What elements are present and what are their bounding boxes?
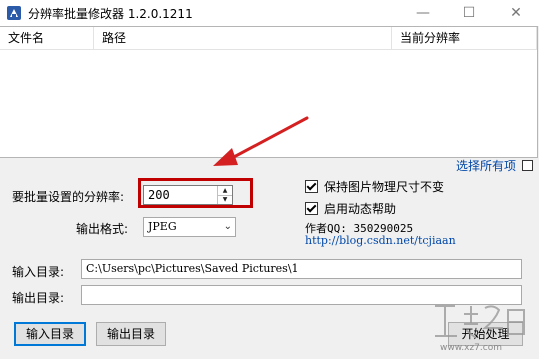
select-all-checkbox[interactable]	[522, 160, 534, 171]
input-dir-value: C:\Users\pc\Pictures\Saved Pictures\1	[86, 262, 299, 275]
output-format-label: 输出格式:	[76, 222, 129, 236]
file-list-header: 文件名 路径 当前分辨率	[0, 27, 537, 50]
maximize-button[interactable]: ☐	[446, 0, 492, 26]
dynamic-help-label[interactable]: 启用动态帮助	[324, 200, 396, 217]
author-blog-link[interactable]: http://blog.csdn.net/tcjiaan	[305, 234, 456, 247]
chevron-down-icon: ⌄	[223, 221, 232, 232]
minimize-button[interactable]: —	[400, 0, 446, 26]
window-title: 分辨率批量修改器 1.2.0.1211	[28, 7, 193, 21]
select-all-label[interactable]: 选择所有项	[456, 157, 516, 174]
spin-buttons: ▲ ▼	[217, 186, 232, 204]
keep-size-checkbox[interactable]	[305, 180, 318, 193]
dynamic-help-checkbox[interactable]	[305, 202, 318, 215]
column-header-current-resolution[interactable]: 当前分辨率	[392, 27, 537, 49]
resolution-spinbox[interactable]: 200 ▲ ▼	[143, 185, 233, 205]
close-button[interactable]: ✕	[493, 0, 539, 26]
dynamic-help-option[interactable]: 启用动态帮助	[305, 200, 396, 217]
title-bar: 分辨率批量修改器 1.2.0.1211 — ☐ ✕	[0, 0, 539, 26]
output-format-value: JPEG	[148, 220, 177, 233]
output-dir-button[interactable]: 输出目录	[96, 322, 166, 346]
input-dir-button[interactable]: 输入目录	[14, 322, 86, 346]
spin-down-arrow-icon[interactable]: ▼	[218, 195, 232, 204]
input-dir-label: 输入目录:	[12, 265, 65, 279]
select-all-row[interactable]: 选择所有项	[456, 157, 534, 174]
resolution-value[interactable]: 200	[148, 188, 170, 202]
output-dir-field[interactable]	[81, 285, 522, 305]
resolution-label: 要批量设置的分辨率:	[12, 190, 125, 204]
column-header-path[interactable]: 路径	[94, 27, 392, 49]
file-list-body[interactable]	[0, 50, 537, 155]
file-list[interactable]: 文件名 路径 当前分辨率	[0, 26, 538, 158]
keep-size-label[interactable]: 保持图片物理尺寸不变	[324, 178, 444, 195]
output-format-select[interactable]: JPEG ⌄	[143, 217, 236, 237]
input-dir-field[interactable]: C:\Users\pc\Pictures\Saved Pictures\1	[81, 259, 522, 279]
app-logo-icon	[7, 6, 21, 20]
app-window: 分辨率批量修改器 1.2.0.1211 — ☐ ✕ 文件名 路径 当前分辨率 选…	[0, 0, 539, 359]
keep-size-option[interactable]: 保持图片物理尺寸不变	[305, 178, 444, 195]
output-dir-label: 输出目录:	[12, 291, 65, 305]
start-processing-button[interactable]: 开始处理	[448, 322, 523, 346]
column-header-filename[interactable]: 文件名	[0, 27, 94, 49]
